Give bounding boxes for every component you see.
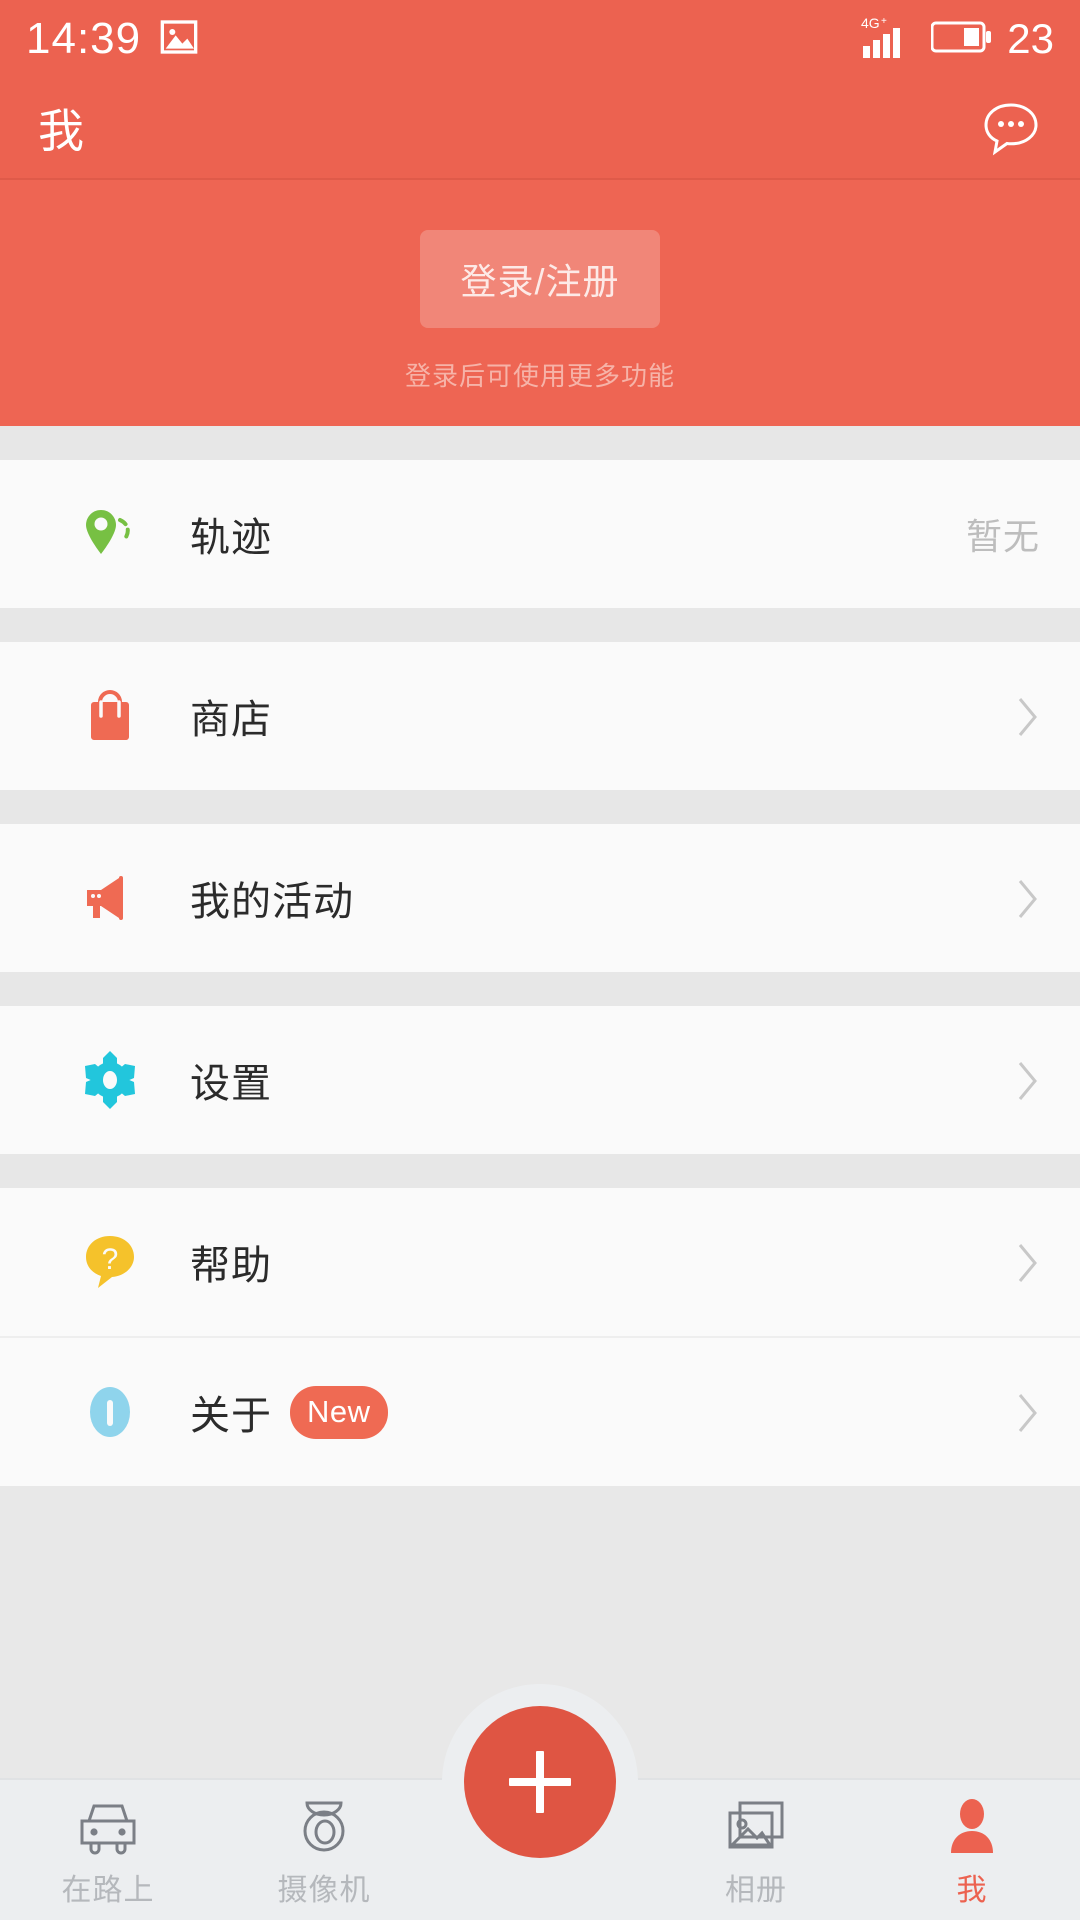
status-bar-clock: 14:39 bbox=[26, 14, 142, 63]
fab-container bbox=[442, 1684, 638, 1880]
svg-text:4G: 4G bbox=[861, 15, 880, 31]
new-badge: New bbox=[290, 1385, 388, 1439]
list-section-gap bbox=[0, 426, 1080, 460]
tab-label: 在路上 bbox=[61, 1874, 155, 1907]
image-icon bbox=[159, 17, 199, 62]
list-section-gap bbox=[0, 790, 1080, 824]
menu-item-value: 暂无 bbox=[965, 516, 1040, 557]
battery-percent: 23 bbox=[1007, 15, 1054, 62]
shopping-bag-icon bbox=[78, 684, 142, 748]
menu-item-help[interactable]: ? 帮助 bbox=[0, 1188, 1080, 1336]
login-hint-text: 登录后可使用更多功能 bbox=[404, 361, 675, 391]
tab-label: 摄像机 bbox=[277, 1874, 371, 1907]
menu-item-my-activities[interactable]: 我的活动 bbox=[0, 824, 1080, 972]
login-register-button[interactable]: 登录/注册 bbox=[420, 230, 660, 328]
battery-icon bbox=[930, 19, 993, 60]
menu-list: 轨迹 暂无 商店 我的活动 设置 ? 帮助 关于 New bbox=[0, 426, 1080, 1486]
menu-item-label: 商店 bbox=[190, 698, 272, 742]
add-button[interactable] bbox=[464, 1706, 616, 1858]
page-title: 我 bbox=[38, 105, 86, 157]
tab-on-the-road[interactable]: 在路上 bbox=[0, 1780, 216, 1920]
list-section-gap bbox=[0, 608, 1080, 642]
signal-bars-icon: 4G + bbox=[861, 14, 917, 65]
question-bubble-icon: ? bbox=[78, 1230, 142, 1294]
tab-camera[interactable]: 摄像机 bbox=[216, 1780, 432, 1920]
app-bar: 我 bbox=[0, 78, 1080, 178]
plus-icon-vertical bbox=[536, 1751, 544, 1813]
location-pin-trail-icon bbox=[78, 502, 142, 566]
car-icon bbox=[74, 1797, 142, 1855]
menu-item-label: 轨迹 bbox=[190, 516, 272, 560]
tab-label: 相册 bbox=[725, 1874, 787, 1907]
menu-item-track[interactable]: 轨迹 暂无 bbox=[0, 460, 1080, 608]
chevron-right-icon bbox=[1016, 695, 1040, 737]
list-section-gap bbox=[0, 972, 1080, 1006]
chevron-right-icon bbox=[1016, 1391, 1040, 1433]
megaphone-icon bbox=[78, 866, 142, 930]
list-section-gap bbox=[0, 1154, 1080, 1188]
chevron-right-icon bbox=[1016, 1241, 1040, 1283]
menu-item-label: 帮助 bbox=[190, 1244, 272, 1288]
menu-item-about[interactable]: 关于 New bbox=[0, 1338, 1080, 1486]
login-hero-section: 登录/注册 登录后可使用更多功能 bbox=[0, 178, 1080, 426]
chat-bubble-icon[interactable] bbox=[980, 95, 1042, 162]
menu-item-label: 设置 bbox=[190, 1062, 272, 1106]
status-bar-right: 4G + 23 bbox=[861, 14, 1054, 65]
status-bar: 14:39 4G + 23 bbox=[0, 0, 1080, 78]
menu-item-label: 关于 bbox=[190, 1394, 272, 1438]
menu-item-settings[interactable]: 设置 bbox=[0, 1006, 1080, 1154]
svg-text:?: ? bbox=[102, 1243, 119, 1276]
person-icon bbox=[944, 1797, 1000, 1855]
gear-icon bbox=[78, 1048, 142, 1112]
tab-me[interactable]: 我 bbox=[864, 1780, 1080, 1920]
bottom-tab-bar: 在路上 摄像机 相册 我 bbox=[0, 1684, 1080, 1920]
tab-label: 我 bbox=[956, 1874, 988, 1907]
status-bar-left: 14:39 bbox=[26, 17, 199, 62]
info-icon bbox=[78, 1380, 142, 1444]
menu-item-label: 我的活动 bbox=[190, 880, 354, 924]
chevron-right-icon bbox=[1016, 877, 1040, 919]
dashcam-icon bbox=[294, 1797, 354, 1855]
chevron-right-icon bbox=[1016, 1059, 1040, 1101]
menu-item-store[interactable]: 商店 bbox=[0, 642, 1080, 790]
svg-text:+: + bbox=[881, 16, 887, 27]
photo-album-icon bbox=[724, 1797, 788, 1855]
tab-album[interactable]: 相册 bbox=[648, 1780, 864, 1920]
